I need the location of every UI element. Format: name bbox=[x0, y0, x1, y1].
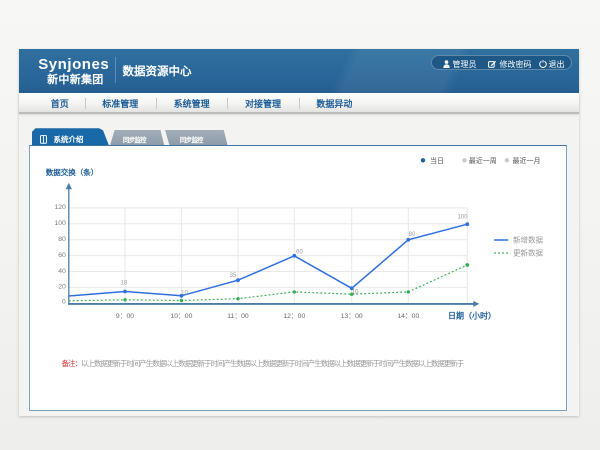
svg-text:当日: 当日 bbox=[430, 156, 444, 165]
svg-text:80: 80 bbox=[58, 236, 66, 243]
svg-text:新增数据: 新增数据 bbox=[513, 235, 543, 245]
svg-text:18: 18 bbox=[120, 281, 127, 287]
svg-text:80: 80 bbox=[408, 232, 415, 238]
svg-text:12：00: 12：00 bbox=[283, 313, 305, 320]
svg-text:11：00: 11：00 bbox=[227, 313, 249, 320]
svg-text:40: 40 bbox=[58, 268, 66, 275]
svg-text:最近一月: 最近一月 bbox=[512, 156, 540, 165]
svg-text:14：00: 14：00 bbox=[397, 313, 419, 320]
svg-text:日期（小时）: 日期（小时） bbox=[448, 311, 496, 321]
svg-text:60: 60 bbox=[58, 252, 66, 259]
svg-text:120: 120 bbox=[54, 204, 66, 211]
svg-text:100: 100 bbox=[457, 215, 468, 221]
svg-text:100: 100 bbox=[54, 220, 66, 227]
svg-text:0: 0 bbox=[62, 299, 66, 306]
svg-text:9：00: 9：00 bbox=[115, 313, 133, 320]
svg-text:10: 10 bbox=[181, 291, 188, 297]
svg-text:10：00: 10：00 bbox=[170, 313, 192, 320]
svg-text:最近一周: 最近一周 bbox=[468, 156, 496, 165]
svg-text:60: 60 bbox=[296, 250, 303, 256]
svg-text:35: 35 bbox=[229, 273, 236, 279]
svg-text:更新数据: 更新数据 bbox=[513, 248, 543, 258]
svg-text:10: 10 bbox=[351, 290, 358, 296]
svg-text:13：00: 13：00 bbox=[340, 313, 362, 320]
svg-text:20: 20 bbox=[58, 284, 66, 291]
svg-text:数据交换（条）: 数据交换（条） bbox=[45, 167, 98, 177]
